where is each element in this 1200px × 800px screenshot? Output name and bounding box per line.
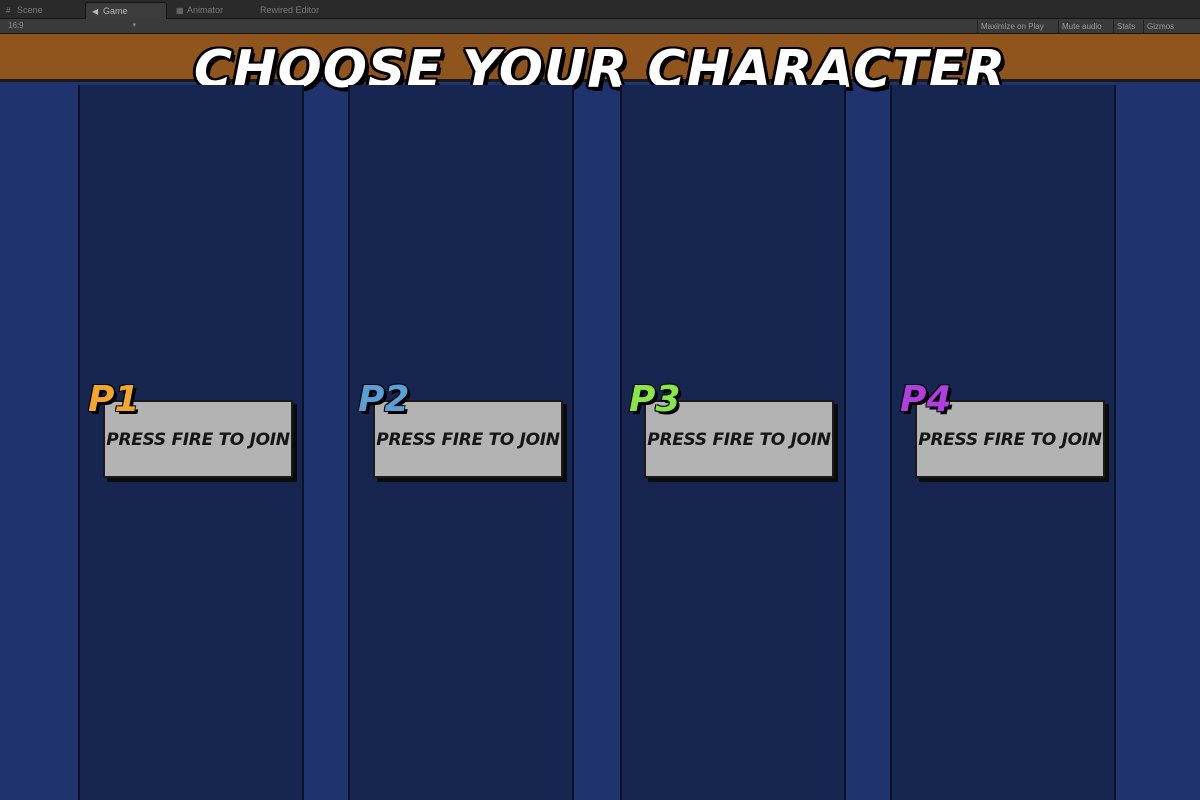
chevron-down-icon: ▾ xyxy=(132,22,136,29)
player-label-p1: P1 xyxy=(88,379,140,420)
editor-tab-bar: # Scene ◀ Game ▦ Animator Rewired Editor xyxy=(0,0,1200,19)
animator-icon: ▦ xyxy=(176,6,184,15)
tab-animator[interactable]: ▦ Animator xyxy=(170,2,250,19)
stats-toggle[interactable]: Stats xyxy=(1113,20,1138,33)
player-label-p2: P2 xyxy=(358,379,410,420)
gizmos-dropdown[interactable]: Gizmos xyxy=(1143,20,1177,33)
join-prompt-p4: PRESS FIRE TO JOIN xyxy=(918,430,1102,450)
player-label-p3: P3 xyxy=(629,379,681,420)
tab-rewired-editor[interactable]: Rewired Editor xyxy=(254,2,344,19)
tab-scene[interactable]: # Scene xyxy=(0,2,70,19)
mute-audio-toggle[interactable]: Mute audio xyxy=(1058,20,1105,33)
scene-icon: # xyxy=(6,6,11,15)
join-prompt-p1: PRESS FIRE TO JOIN xyxy=(106,430,290,450)
aspect-dropdown[interactable]: 16:9 ▾ xyxy=(4,20,138,32)
player-label-p4: P4 xyxy=(900,379,952,420)
maximize-on-play-toggle[interactable]: Maximize on Play xyxy=(977,20,1047,33)
game-icon: ◀ xyxy=(92,7,99,16)
join-prompt-p2: PRESS FIRE TO JOIN xyxy=(376,430,560,450)
tab-game[interactable]: ◀ Game xyxy=(85,2,167,19)
game-view: CHOOSE YOUR CHARACTER PRESS FIRE TO JOIN… xyxy=(0,34,1200,800)
join-prompt-p3: PRESS FIRE TO JOIN xyxy=(647,430,831,450)
game-toolbar: 16:9 ▾ Maximize on Play Mute audio Stats… xyxy=(0,19,1200,34)
